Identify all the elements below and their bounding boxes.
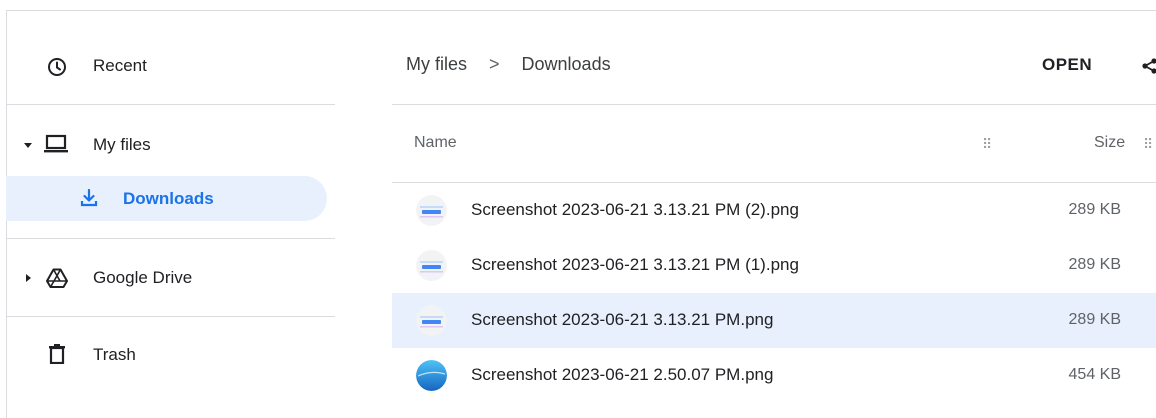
breadcrumb-separator: > <box>489 54 500 74</box>
sidebar-item-label: My files <box>93 135 151 154</box>
file-name: Screenshot 2023-06-21 3.13.21 PM (2).png <box>471 200 799 219</box>
table-row[interactable]: Screenshot 2023-06-21 2.50.07 PM.png 454… <box>392 348 1156 403</box>
image-thumbnail-icon <box>416 360 447 391</box>
image-thumbnail-icon <box>416 250 447 281</box>
column-resize-handle-icon[interactable]: ⠿ <box>1143 136 1153 153</box>
sidebar-item-my-files[interactable]: My files <box>6 120 335 170</box>
sidebar-item-label: Google Drive <box>93 268 193 287</box>
sidebar: Recent My files Downloads Google Drive T… <box>6 10 335 418</box>
trash-icon <box>47 343 67 365</box>
share-icon[interactable] <box>1142 58 1156 79</box>
column-header-size[interactable]: Size <box>1094 134 1125 152</box>
clock-icon <box>46 56 68 78</box>
sidebar-divider <box>6 316 335 317</box>
image-thumbnail-icon <box>416 195 447 226</box>
sidebar-item-label: Downloads <box>123 188 214 208</box>
laptop-icon <box>43 133 69 155</box>
file-name: Screenshot 2023-06-21 3.13.21 PM.png <box>471 310 774 329</box>
download-icon <box>78 187 100 209</box>
file-name: Screenshot 2023-06-21 2.50.07 PM.png <box>471 365 774 384</box>
file-size: 454 KB <box>1068 366 1121 383</box>
file-name: Screenshot 2023-06-21 3.13.21 PM (1).png <box>471 255 799 274</box>
column-resize-handle-icon[interactable]: ⠿ <box>982 136 992 153</box>
sidebar-item-label: Trash <box>93 345 136 364</box>
sidebar-divider <box>6 104 335 105</box>
file-size: 289 KB <box>1068 311 1121 328</box>
column-header-name[interactable]: Name <box>414 134 457 152</box>
table-row[interactable]: Screenshot 2023-06-21 3.13.21 PM (1).png… <box>392 238 1156 293</box>
breadcrumb-current[interactable]: Downloads <box>522 54 611 75</box>
sidebar-item-trash[interactable]: Trash <box>6 330 335 380</box>
sidebar-item-label: Recent <box>93 56 147 75</box>
toolbar-divider <box>392 104 1156 105</box>
file-size: 289 KB <box>1068 201 1121 218</box>
sidebar-item-google-drive[interactable]: Google Drive <box>6 253 335 303</box>
table-row[interactable]: Screenshot 2023-06-21 3.13.21 PM (2).png… <box>392 183 1156 238</box>
file-list-panel: My files > Downloads OPEN Name ⠿ Size ⠿ … <box>392 10 1156 418</box>
sidebar-item-recent[interactable]: Recent <box>6 41 335 91</box>
sidebar-divider <box>6 238 335 239</box>
sidebar-item-downloads[interactable]: Downloads <box>6 176 327 221</box>
file-size: 289 KB <box>1068 256 1121 273</box>
breadcrumb-root[interactable]: My files <box>406 54 467 75</box>
table-row[interactable]: Screenshot 2023-06-21 3.13.21 PM.png 289… <box>392 293 1156 348</box>
google-drive-icon <box>46 267 68 289</box>
expand-arrow-icon[interactable] <box>22 139 34 151</box>
collapse-arrow-icon[interactable] <box>22 272 34 284</box>
breadcrumb: My files > Downloads <box>406 54 611 75</box>
image-thumbnail-icon <box>416 305 447 336</box>
open-button[interactable]: OPEN <box>1042 55 1092 75</box>
